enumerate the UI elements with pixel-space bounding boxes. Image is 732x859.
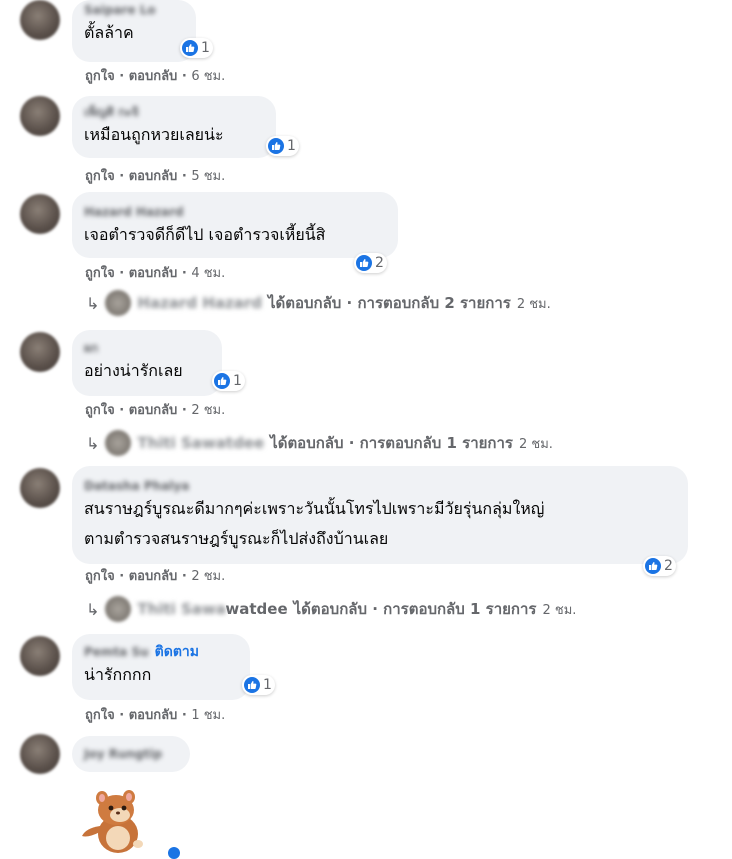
comment-actions: ถูกใจ · ตอบกลับ · 4 ชม. [85, 266, 226, 281]
comment-actions: ถูกใจ · ตอบกลับ · 1 ชม. [85, 708, 226, 723]
comment-actions: ถูกใจ · ตอบกลับ · 5 ชม. [85, 169, 226, 184]
reply-arrow-icon: ↳ [86, 293, 100, 313]
comment-text: ตั้ลล้าค [84, 23, 134, 42]
commenter-name[interactable]: Hazard Hazard [84, 204, 386, 220]
comment-bubble: Joy Rungtip [72, 736, 190, 772]
commenter-name[interactable]: ผก [84, 340, 210, 356]
reply-time: 2 ชม. [516, 296, 551, 312]
commenter-name[interactable]: Datasha Phalya [84, 478, 676, 494]
reaction-count[interactable]: 1 [212, 371, 245, 391]
reply-button[interactable]: ตอบกลับ [129, 708, 178, 723]
like-button[interactable]: ถูกใจ [85, 266, 115, 281]
reply-arrow-icon: ↳ [86, 433, 100, 453]
avatar [105, 290, 132, 316]
reply-button[interactable]: ตอบกลับ [129, 169, 178, 184]
comment-text: อย่างน่ารักเลย [84, 361, 183, 380]
like-button[interactable]: ถูกใจ [85, 403, 115, 418]
like-button[interactable]: ถูกใจ [85, 69, 115, 84]
reply-button[interactable]: ตอบกลับ [129, 569, 178, 584]
hamster-sticker[interactable] [78, 786, 154, 853]
commenter-name[interactable]: Pemta Su [84, 644, 149, 660]
avatar[interactable] [20, 194, 60, 234]
reaction-number: 1 [233, 373, 242, 389]
avatar[interactable] [20, 636, 60, 676]
thumbs-up-icon [182, 40, 198, 56]
view-replies-link[interactable]: ↳ Hazard Hazard ได้ตอบกลับ · การตอบกลับ … [86, 290, 551, 316]
reply-time: 2 ชม. [519, 436, 553, 452]
comment-time[interactable]: 5 ชม. [191, 169, 225, 184]
thumbs-up-icon [244, 677, 260, 693]
reaction-count[interactable]: 1 [266, 136, 299, 156]
reaction-count[interactable]: 2 [354, 253, 387, 273]
reply-button[interactable]: ตอบกลับ [129, 403, 178, 418]
reaction-number: 1 [287, 138, 296, 154]
reaction-count[interactable]: 2 [643, 556, 676, 576]
like-button[interactable]: ถูกใจ [85, 169, 115, 184]
follow-link[interactable]: ติดตาม [155, 644, 199, 660]
replier-name-visible: watdee [225, 600, 288, 618]
like-button[interactable]: ถูกใจ [85, 708, 115, 723]
thumbs-up-icon [356, 255, 372, 271]
reaction-number: 2 [664, 558, 673, 574]
avatar [105, 596, 132, 622]
reaction-count[interactable]: 1 [180, 38, 213, 58]
thumbs-up-icon [214, 373, 230, 389]
comment-bubble: Hazard Hazard เจอตำรวจดีก็ดีไป เจอตำรวจเ… [72, 192, 398, 258]
comment-text: เจอตำรวจดีก็ดีไป เจอตำรวจเหี้ยนี้สิ [84, 225, 326, 244]
thumbs-up-icon [645, 558, 661, 574]
reply-count-label: ได้ตอบกลับ · การตอบกลับ 1 รายการ [293, 600, 537, 618]
comment-bubble: Datasha Phalya สนราษฎร์บูรณะดีมากๆค่ะเพร… [72, 466, 688, 564]
reply-count-label: ได้ตอบกลับ · การตอบกลับ 1 รายการ [270, 434, 513, 452]
avatar[interactable] [20, 0, 60, 40]
commenter-name[interactable]: Joy Rungtip [84, 746, 178, 762]
comment-time[interactable]: 6 ชม. [191, 69, 225, 84]
commenter-name[interactable]: Saipare Lo [84, 2, 184, 18]
comment-bubble: Saipare Lo ตั้ลล้าค [72, 0, 196, 62]
comment-actions: ถูกใจ · ตอบกลับ · 6 ชม. [85, 69, 226, 84]
thumbs-up-icon [168, 847, 180, 859]
avatar [105, 430, 132, 456]
avatar[interactable] [20, 468, 60, 508]
thumbs-up-icon [268, 138, 284, 154]
reaction-number: 2 [375, 255, 384, 271]
like-button[interactable]: ถูกใจ [85, 569, 115, 584]
comment-bubble: เพ็ญศิ กะจิ เหมือนถูกหวยเลยน่ะ [72, 96, 276, 158]
reply-count-label: ได้ตอบกลับ · การตอบกลับ 2 รายการ [267, 294, 511, 312]
comment-time[interactable]: 2 ชม. [191, 403, 225, 418]
reply-time: 2 ชม. [542, 602, 577, 618]
avatar[interactable] [20, 96, 60, 136]
comment-bubble: Pemta Su ติดตาม น่ารักกกก [72, 634, 250, 700]
comment-text-line: ตามตำรวจสนราษฎร์บูรณะก็ไปส่งถึงบ้านเลย [84, 529, 389, 548]
view-replies-link[interactable]: ↳ Thiti Sawatdee watdee ได้ตอบกลับ · การ… [86, 596, 576, 622]
comment-actions: ถูกใจ · ตอบกลับ · 2 ชม. [85, 403, 226, 418]
view-replies-link[interactable]: ↳ Thiti Sawatdee ได้ตอบกลับ · การตอบกลับ… [86, 430, 553, 456]
commenter-name-row: Pemta Su ติดตาม [84, 644, 238, 660]
comment-text: น่ารักกกก [84, 665, 152, 684]
replier-name: Thiti Sawatdee [137, 600, 226, 618]
replier-name: Thiti Sawatdee [137, 434, 265, 452]
reaction-number: 1 [201, 40, 210, 56]
comment-time[interactable]: 4 ชม. [191, 266, 225, 281]
reply-button[interactable]: ตอบกลับ [129, 266, 178, 281]
reaction-count[interactable]: 1 [242, 675, 275, 695]
comment-text: เหมือนถูกหวยเลยน่ะ [84, 125, 224, 144]
comment-actions: ถูกใจ · ตอบกลับ · 2 ชม. [85, 569, 226, 584]
commenter-name[interactable]: เพ็ญศิ กะจิ [84, 104, 264, 120]
comment-bubble: ผก อย่างน่ารักเลย [72, 330, 222, 396]
avatar[interactable] [20, 332, 60, 372]
comment-time[interactable]: 1 ชม. [191, 708, 225, 723]
reaction-number: 1 [263, 677, 272, 693]
reply-button[interactable]: ตอบกลับ [129, 69, 178, 84]
comment-text-line: สนราษฎร์บูรณะดีมากๆค่ะเพราะวันนั้นโทรไปเ… [84, 499, 545, 518]
comment-time[interactable]: 2 ชม. [191, 569, 225, 584]
avatar[interactable] [20, 734, 60, 774]
hamster-sticker-icon [82, 790, 143, 853]
reply-arrow-icon: ↳ [86, 599, 100, 619]
replier-name: Hazard Hazard [137, 294, 262, 312]
